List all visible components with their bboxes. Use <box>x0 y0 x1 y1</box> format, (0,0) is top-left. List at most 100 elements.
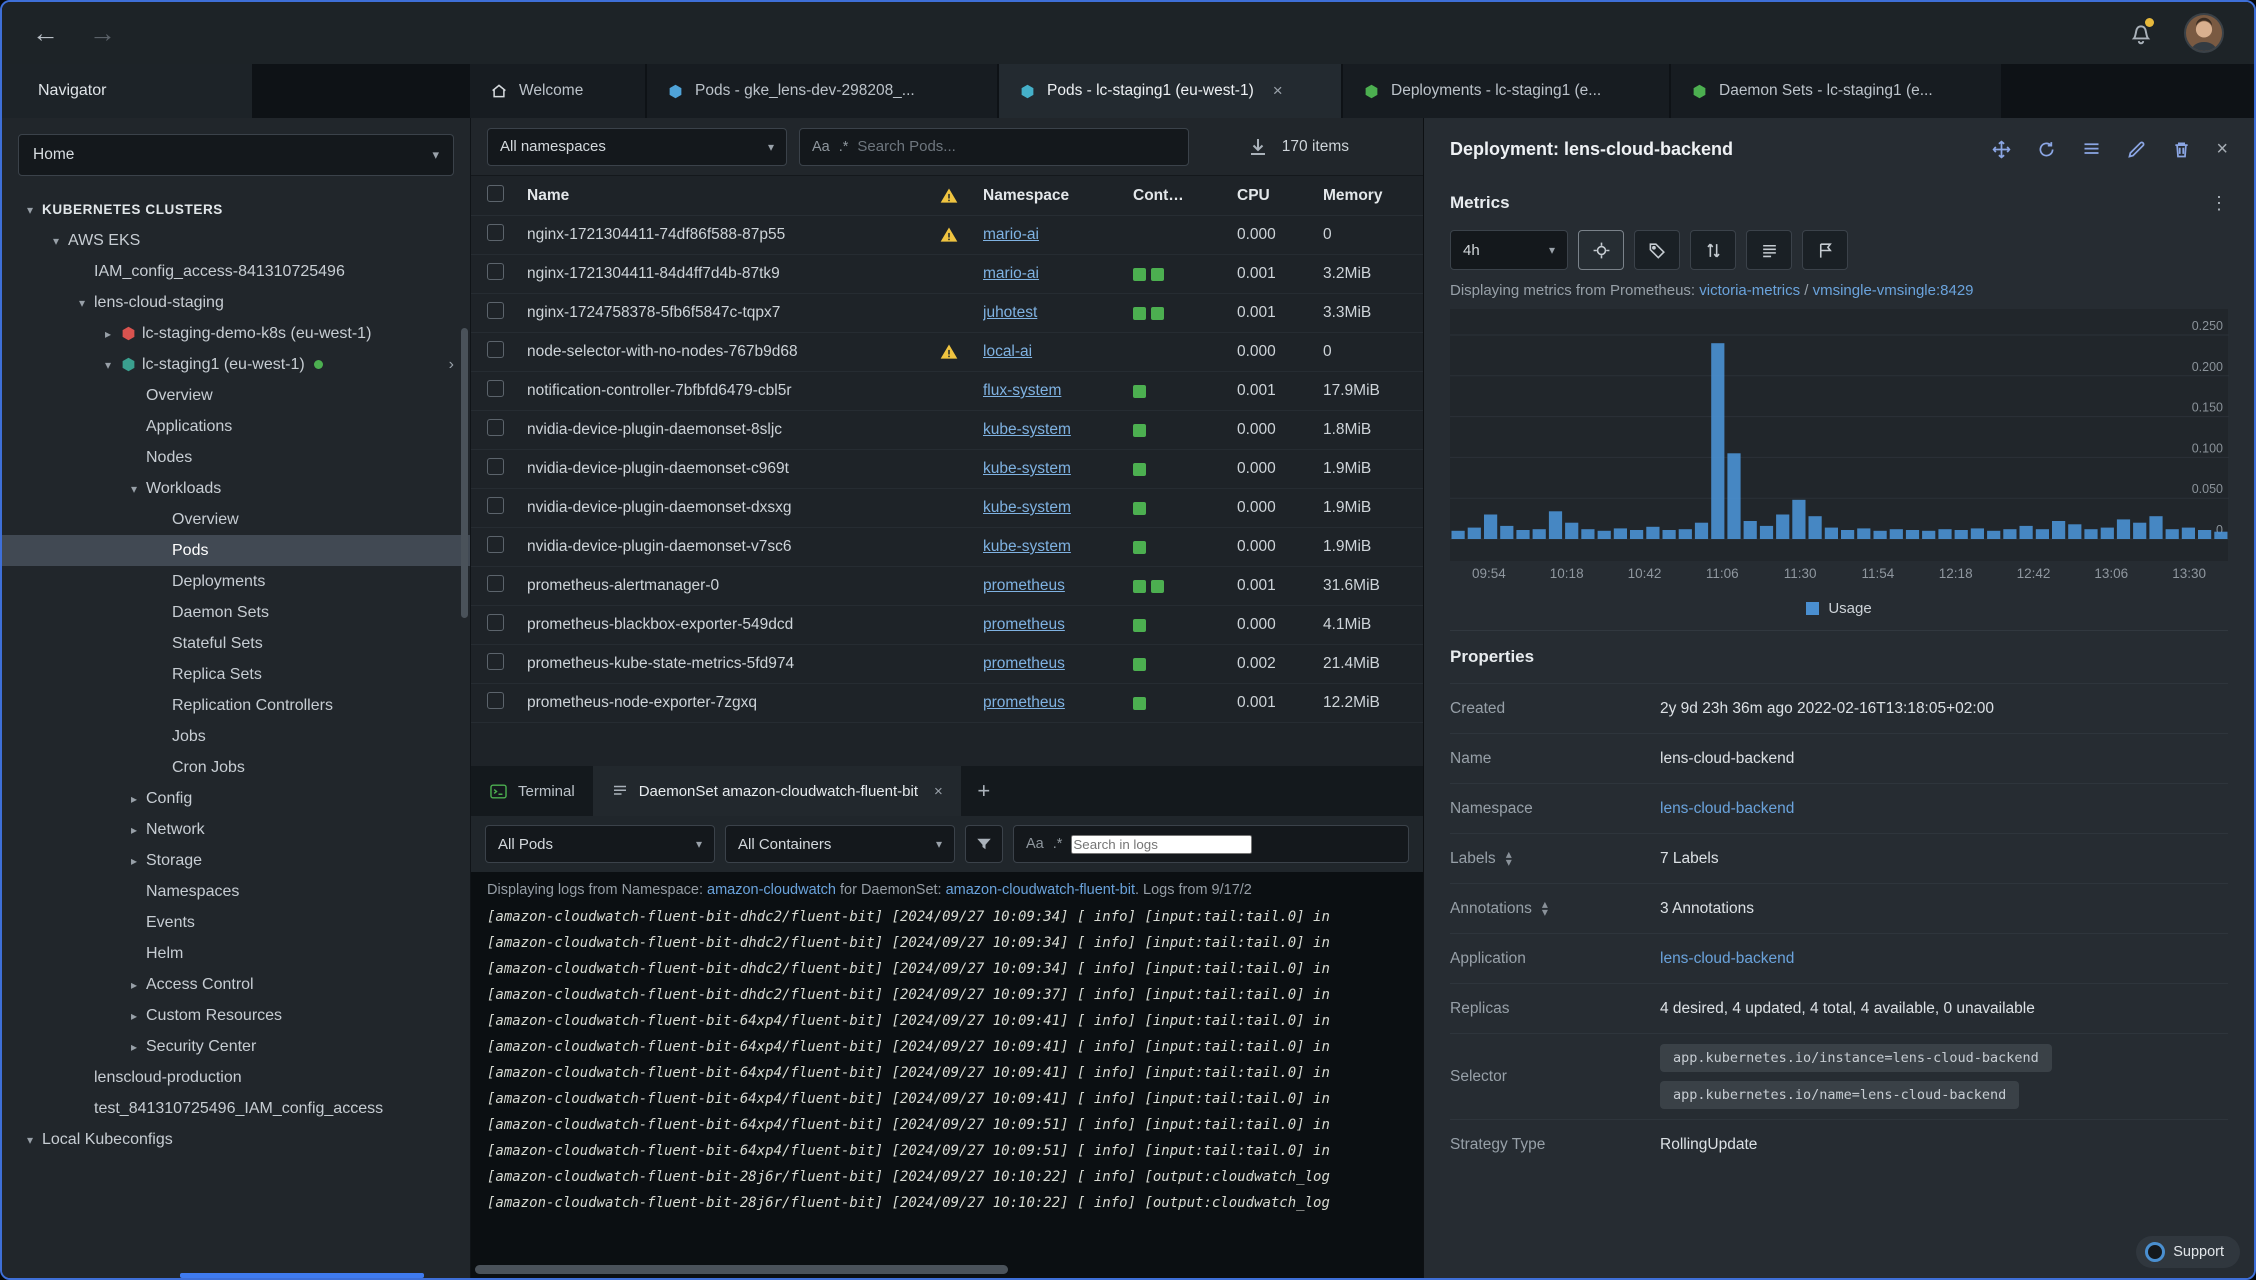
expand-collapse-icon[interactable]: ▴ ▾ <box>1542 898 1548 918</box>
namespace-link[interactable]: local-ai <box>983 343 1032 360</box>
regex-toggle[interactable]: .* <box>839 139 849 155</box>
time-range-select[interactable]: 4h ▾ <box>1450 230 1568 270</box>
tab-welcome[interactable]: Welcome <box>470 64 645 118</box>
legend-label[interactable]: Usage <box>1828 600 1871 617</box>
table-row[interactable]: prometheus-kube-state-metrics-5fd974 prom… <box>471 645 1423 684</box>
chevron-down-icon[interactable]: ▾ <box>18 1133 42 1147</box>
sidebar-item-lenscloud-production[interactable]: lenscloud-production <box>2 1062 470 1093</box>
namespace-link[interactable]: kube-system <box>983 499 1071 516</box>
scrollbar-thumb[interactable] <box>475 1265 1009 1274</box>
namespace-link[interactable]: mario-ai <box>983 226 1039 243</box>
sidebar-item-replication-controllers[interactable]: Replication Controllers <box>2 690 470 721</box>
sidebar-item-local-kubeconfigs[interactable]: ▾ Local Kubeconfigs <box>2 1124 470 1155</box>
filter-funnel-icon[interactable] <box>965 825 1003 863</box>
table-row[interactable]: nginx-1724758378-5fb6f5847c-tqpx7 juhotes… <box>471 294 1423 333</box>
table-row[interactable]: prometheus-alertmanager-0 prometheus 0.001… <box>471 567 1423 606</box>
property-value-link[interactable]: lens-cloud-backend <box>1660 950 2228 968</box>
namespace-link[interactable]: prometheus <box>983 616 1065 633</box>
regex-toggle[interactable]: .* <box>1053 836 1063 852</box>
restart-icon[interactable] <box>2036 139 2057 160</box>
chevron-right-icon[interactable]: ▸ <box>122 978 146 992</box>
sidebar-item-cron-jobs[interactable]: Cron Jobs <box>2 752 470 783</box>
support-button[interactable]: Support <box>2136 1236 2240 1268</box>
sidebar-item-access-control[interactable]: ▸ Access Control <box>2 969 470 1000</box>
namespace-link[interactable]: juhotest <box>983 304 1037 321</box>
notifications-bell-icon[interactable] <box>2128 18 2154 46</box>
dock-tab-terminal[interactable]: Terminal <box>471 766 593 816</box>
forward-arrow-icon[interactable]: → <box>89 19 116 47</box>
sidebar-scrollbar[interactable] <box>461 328 468 618</box>
namespace-filter-select[interactable]: All namespaces ▾ <box>487 127 787 166</box>
sidebar-item-jobs[interactable]: Jobs <box>2 721 470 752</box>
dock-tab-daemonset-logs[interactable]: DaemonSet amazon-cloudwatch-fluent-bit × <box>592 766 961 816</box>
table-row[interactable]: nvidia-device-plugin-daemonset-c969t kube… <box>471 450 1423 489</box>
sidebar-item-storage[interactable]: ▸ Storage <box>2 845 470 876</box>
sort-arrows-icon[interactable] <box>1690 230 1736 270</box>
tab-pods-lc-staging1-eu-west-1[interactable]: Pods - lc-staging1 (eu-west-1) × <box>999 64 1341 118</box>
namespace-link[interactable]: prometheus <box>983 655 1065 672</box>
sidebar-item-overview[interactable]: Overview <box>2 380 470 411</box>
chevron-right-icon[interactable]: ▸ <box>122 792 146 806</box>
crosshair-icon[interactable] <box>1578 230 1624 270</box>
chevron-down-icon[interactable]: ▾ <box>122 482 146 496</box>
user-avatar[interactable] <box>2184 13 2224 53</box>
table-row[interactable]: prometheus-node-exporter-7zgxq prometheus… <box>471 684 1423 723</box>
column-name[interactable]: Name <box>527 187 939 205</box>
scale-icon[interactable] <box>1991 139 2012 160</box>
row-checkbox[interactable] <box>487 536 504 553</box>
prometheus-service-link[interactable]: victoria-metrics <box>1699 282 1800 299</box>
column-namespace[interactable]: Namespace <box>983 187 1133 205</box>
chevron-down-icon[interactable]: ▾ <box>96 358 120 372</box>
tab-daemon-sets-lc-staging1-e[interactable]: Daemon Sets - lc-staging1 (e... <box>1671 64 2001 118</box>
menu-lines-icon[interactable] <box>2081 139 2102 160</box>
sidebar-item-iam-config-access-841310725496[interactable]: IAM_config_access-841310725496 <box>2 256 470 287</box>
column-cpu[interactable]: CPU <box>1237 187 1323 205</box>
row-checkbox[interactable] <box>487 341 504 358</box>
logs-search-input[interactable] <box>1071 834 1253 854</box>
expand-collapse-icon[interactable]: ▴ ▾ <box>1506 848 1512 868</box>
sidebar-item-namespaces[interactable]: Namespaces <box>2 876 470 907</box>
table-row[interactable]: nvidia-device-plugin-daemonset-v7sc6 kube… <box>471 528 1423 567</box>
namespace-link[interactable]: prometheus <box>983 694 1065 711</box>
sidebar-item-security-center[interactable]: ▸ Security Center <box>2 1031 470 1062</box>
sidebar-item-nodes[interactable]: Nodes <box>2 442 470 473</box>
row-checkbox[interactable] <box>487 224 504 241</box>
pods-search-input[interactable] <box>857 138 1176 155</box>
namespace-link[interactable]: prometheus <box>983 577 1065 594</box>
row-checkbox[interactable] <box>487 692 504 709</box>
chevron-right-icon[interactable]: › <box>449 356 454 374</box>
sidebar-item-daemon-sets[interactable]: Daemon Sets <box>2 597 470 628</box>
chevron-right-icon[interactable]: ▸ <box>122 1009 146 1023</box>
list-icon[interactable] <box>1746 230 1792 270</box>
table-row[interactable]: node-selector-with-no-nodes-767b9d68 loca… <box>471 333 1423 372</box>
row-checkbox[interactable] <box>487 380 504 397</box>
namespace-link[interactable]: kube-system <box>983 421 1071 438</box>
match-case-toggle[interactable]: Aa <box>1026 836 1044 852</box>
row-checkbox[interactable] <box>487 614 504 631</box>
sidebar-item-lc-staging1-eu-west-1[interactable]: ▾ lc-staging1 (eu-west-1) › <box>2 349 470 380</box>
back-arrow-icon[interactable]: ← <box>32 19 59 47</box>
row-checkbox[interactable] <box>487 497 504 514</box>
chevron-down-icon[interactable]: ▾ <box>70 296 94 310</box>
sidebar-item-pods[interactable]: Pods <box>2 535 470 566</box>
chevron-down-icon[interactable]: ▾ <box>44 234 68 248</box>
column-memory[interactable]: Memory <box>1323 187 1407 205</box>
chevron-right-icon[interactable]: ▸ <box>122 854 146 868</box>
sidebar-item-applications[interactable]: Applications <box>2 411 470 442</box>
sidebar-item-helm[interactable]: Helm <box>2 938 470 969</box>
row-checkbox[interactable] <box>487 419 504 436</box>
sidebar-item-config[interactable]: ▸ Config <box>2 783 470 814</box>
tab-deployments-lc-staging1-e[interactable]: Deployments - lc-staging1 (e... <box>1343 64 1669 118</box>
table-row[interactable]: nginx-1721304411-74df86f588-87p55 mario-a… <box>471 216 1423 255</box>
sidebar-item-network[interactable]: ▸ Network <box>2 814 470 845</box>
namespace-link[interactable]: kube-system <box>983 538 1071 555</box>
column-containers[interactable]: Cont… <box>1133 187 1237 205</box>
row-checkbox[interactable] <box>487 653 504 670</box>
row-checkbox[interactable] <box>487 575 504 592</box>
sidebar-item-test-841310725496-iam-config-access[interactable]: test_841310725496_IAM_config_access <box>2 1093 470 1124</box>
sidebar-item-custom-resources[interactable]: ▸ Custom Resources <box>2 1000 470 1031</box>
scope-select[interactable]: Home ▾ <box>18 134 454 176</box>
close-icon[interactable]: × <box>2216 138 2228 161</box>
column-warning-icon[interactable] <box>939 186 983 206</box>
close-icon[interactable]: × <box>1273 81 1283 101</box>
